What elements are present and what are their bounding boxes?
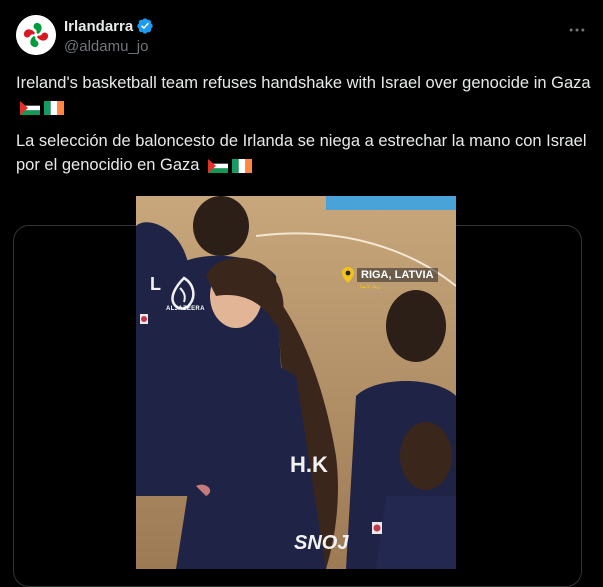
location-tag: RIGA, LATVIA bbox=[342, 267, 438, 283]
tweet-header: Irlandarra @aldamu_jo bbox=[16, 14, 587, 62]
video-player[interactable]: ALJAZEERA RIGA, LATVIA ريغا، لاتفيا H.K … bbox=[136, 196, 456, 569]
tweet-text-english-body: Ireland's basketball team refuses handsh… bbox=[16, 74, 591, 92]
jersey-bottom-lettering: SNOJ bbox=[294, 532, 349, 554]
location-subtitle: ريغا، لاتفيا bbox=[360, 284, 381, 290]
avatar[interactable] bbox=[16, 15, 56, 55]
channel-name: ALJAZEERA bbox=[166, 306, 205, 312]
author-handle[interactable]: @aldamu_jo bbox=[64, 38, 154, 55]
palestine-flag-icon bbox=[20, 101, 40, 115]
display-name[interactable]: Irlandarra bbox=[64, 18, 133, 35]
more-options-icon[interactable] bbox=[567, 20, 587, 40]
video-frame bbox=[136, 196, 456, 569]
jersey-side-lettering: L bbox=[150, 274, 161, 294]
tweet-text-spanish: La selección de baloncesto de Irlanda se… bbox=[16, 129, 591, 177]
location-text: RIGA, LATVIA bbox=[357, 268, 438, 282]
tweet-text-english: Ireland's basketball team refuses handsh… bbox=[16, 71, 591, 119]
lauburu-icon bbox=[16, 15, 56, 55]
ireland-flag-icon bbox=[232, 159, 253, 173]
verified-badge-icon[interactable] bbox=[136, 17, 154, 35]
display-name-row: Irlandarra bbox=[64, 17, 154, 35]
author-names: Irlandarra @aldamu_jo bbox=[64, 17, 154, 55]
tweet-text-spanish-body: La selección de baloncesto de Irlanda se… bbox=[16, 132, 587, 174]
location-pin-icon bbox=[342, 267, 354, 283]
jersey-lettering: H.K bbox=[290, 452, 328, 477]
palestine-flag-icon bbox=[208, 159, 229, 173]
ireland-flag-icon bbox=[44, 101, 64, 115]
